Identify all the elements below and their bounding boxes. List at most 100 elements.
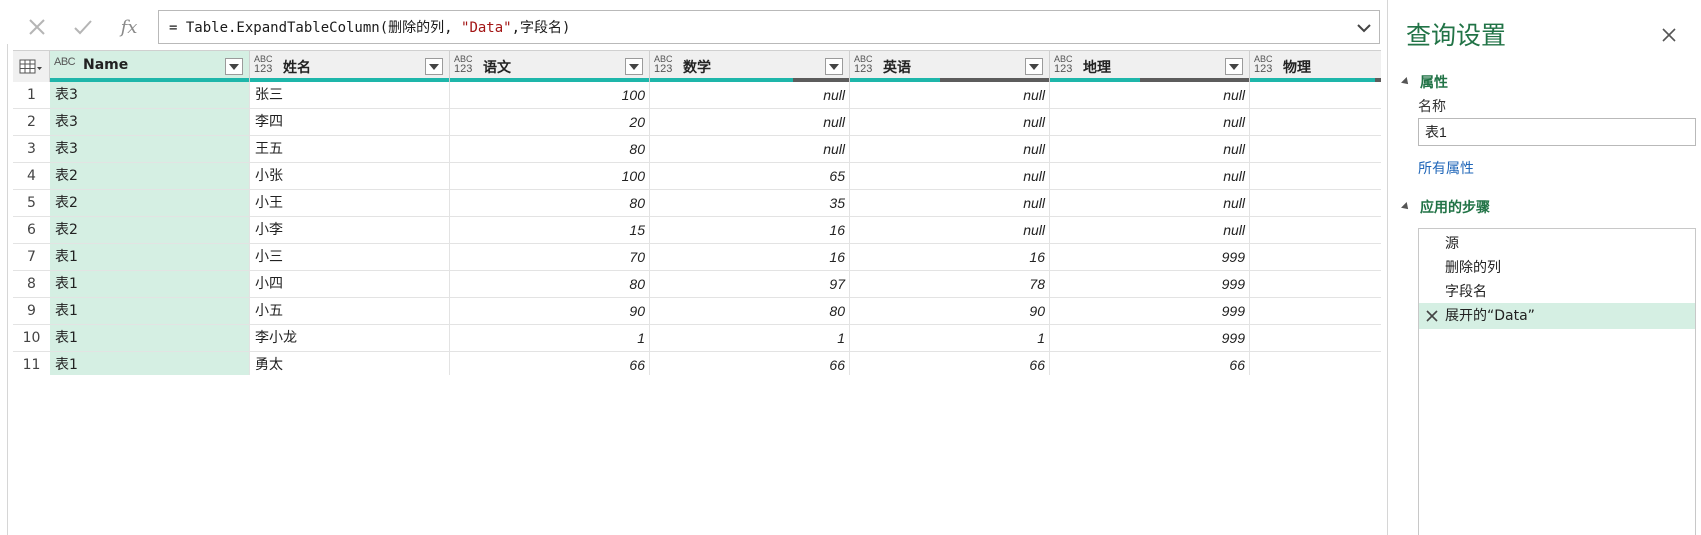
table-cell[interactable]: 表1 xyxy=(50,325,250,352)
row-number[interactable]: 3 xyxy=(13,136,50,163)
table-cell[interactable]: 李小龙 xyxy=(250,325,450,352)
table-cell[interactable]: null xyxy=(1050,163,1250,190)
table-cell[interactable]: 80 xyxy=(450,190,650,217)
table-cell[interactable] xyxy=(1250,163,1381,190)
row-number[interactable]: 8 xyxy=(13,271,50,298)
table-cell[interactable]: 999 xyxy=(1050,244,1250,271)
table-cell[interactable]: 小三 xyxy=(250,244,450,271)
column-header-4[interactable]: ABC 123 英语 xyxy=(850,50,1050,82)
table-cell[interactable] xyxy=(1250,271,1381,298)
formula-input[interactable]: = Table.ExpandTableColumn(删除的列, "Data",字… xyxy=(158,10,1380,44)
table-cell[interactable]: 表2 xyxy=(50,163,250,190)
table-cell[interactable] xyxy=(1250,217,1381,244)
row-number[interactable]: 4 xyxy=(13,163,50,190)
table-cell[interactable]: 80 xyxy=(450,271,650,298)
column-header-1[interactable]: ABC 123 姓名 xyxy=(250,50,450,82)
table-cell[interactable] xyxy=(1250,298,1381,325)
table-cell[interactable]: null xyxy=(850,82,1050,109)
column-header-6[interactable]: ABC 123 物理 xyxy=(1250,50,1381,82)
close-icon[interactable] xyxy=(1660,26,1678,44)
table-cell[interactable]: null xyxy=(850,190,1050,217)
table-cell[interactable]: 35 xyxy=(650,190,850,217)
row-number[interactable]: 7 xyxy=(13,244,50,271)
chevron-down-icon[interactable] xyxy=(1355,20,1373,36)
column-header-2[interactable]: ABC 123 语文 xyxy=(450,50,650,82)
column-header-5[interactable]: ABC 123 地理 xyxy=(1050,50,1250,82)
row-number[interactable]: 1 xyxy=(13,82,50,109)
table-cell[interactable]: 80 xyxy=(650,298,850,325)
row-number[interactable]: 11 xyxy=(13,352,50,375)
row-number[interactable]: 10 xyxy=(13,325,50,352)
table-cell[interactable]: 66 xyxy=(1050,352,1250,375)
column-filter-dropdown[interactable] xyxy=(1025,58,1043,75)
column-header-3[interactable]: ABC 123 数学 xyxy=(650,50,850,82)
table-cell[interactable]: 16 xyxy=(650,217,850,244)
table-cell[interactable] xyxy=(1250,190,1381,217)
table-cell[interactable]: 66 xyxy=(650,352,850,375)
table-cell[interactable]: 66 xyxy=(450,352,650,375)
table-cell[interactable]: 表2 xyxy=(50,190,250,217)
table-cell[interactable]: null xyxy=(1050,109,1250,136)
table-cell[interactable]: 小王 xyxy=(250,190,450,217)
table-cell[interactable]: 李四 xyxy=(250,109,450,136)
table-cell[interactable]: null xyxy=(1050,217,1250,244)
column-filter-dropdown[interactable] xyxy=(1225,58,1243,75)
table-cell[interactable]: 100 xyxy=(450,163,650,190)
cancel-formula-button[interactable] xyxy=(14,10,60,44)
table-cell[interactable]: 王五 xyxy=(250,136,450,163)
query-name-input[interactable] xyxy=(1418,118,1696,146)
table-cell[interactable]: 20 xyxy=(450,109,650,136)
insert-function-button[interactable]: fx xyxy=(106,10,152,44)
table-cell[interactable]: 小五 xyxy=(250,298,450,325)
commit-formula-button[interactable] xyxy=(60,10,106,44)
table-cell[interactable]: 16 xyxy=(850,244,1050,271)
table-cell[interactable] xyxy=(1250,109,1381,136)
table-cell[interactable]: 80 xyxy=(450,136,650,163)
table-cell[interactable]: 表1 xyxy=(50,244,250,271)
table-cell[interactable]: null xyxy=(850,136,1050,163)
applied-step-item[interactable]: 字段名 xyxy=(1419,279,1695,305)
column-filter-dropdown[interactable] xyxy=(225,58,243,75)
table-cell[interactable]: null xyxy=(850,109,1050,136)
applied-steps-section-header[interactable]: 应用的步骤 xyxy=(1401,197,1490,217)
all-properties-link[interactable]: 所有属性 xyxy=(1418,158,1474,178)
applied-step-item[interactable]: 删除的列 xyxy=(1419,255,1695,281)
table-cell[interactable]: 小张 xyxy=(250,163,450,190)
table-cell[interactable]: null xyxy=(1050,190,1250,217)
properties-section-header[interactable]: 属性 xyxy=(1401,72,1448,92)
table-cell[interactable]: 表3 xyxy=(50,136,250,163)
delete-step-icon[interactable] xyxy=(1425,309,1439,323)
applied-step-item[interactable]: 展开的“Data” xyxy=(1419,303,1695,329)
table-cell[interactable]: 表1 xyxy=(50,271,250,298)
applied-step-item[interactable]: 源 xyxy=(1419,231,1695,257)
table-cell[interactable]: 表3 xyxy=(50,82,250,109)
table-cell[interactable]: 表3 xyxy=(50,109,250,136)
table-cell[interactable]: 78 xyxy=(850,271,1050,298)
table-cell[interactable] xyxy=(1250,352,1381,375)
table-cell[interactable]: null xyxy=(650,109,850,136)
table-cell[interactable]: 表1 xyxy=(50,352,250,375)
table-cell[interactable]: null xyxy=(1050,82,1250,109)
table-cell[interactable]: 100 xyxy=(450,82,650,109)
table-cell[interactable]: 65 xyxy=(650,163,850,190)
table-cell[interactable] xyxy=(1250,325,1381,352)
table-cell[interactable]: 90 xyxy=(450,298,650,325)
table-cell[interactable]: null xyxy=(1050,136,1250,163)
row-number[interactable]: 6 xyxy=(13,217,50,244)
table-cell[interactable]: 16 xyxy=(650,244,850,271)
column-filter-dropdown[interactable] xyxy=(825,58,843,75)
table-cell[interactable]: 表1 xyxy=(50,298,250,325)
column-filter-dropdown[interactable] xyxy=(425,58,443,75)
table-cell[interactable]: 1 xyxy=(450,325,650,352)
table-cell[interactable]: 1 xyxy=(650,325,850,352)
table-cell[interactable]: 999 xyxy=(1050,298,1250,325)
table-cell[interactable]: 999 xyxy=(1050,325,1250,352)
table-cell[interactable]: 1 xyxy=(850,325,1050,352)
table-cell[interactable]: 小李 xyxy=(250,217,450,244)
table-cell[interactable] xyxy=(1250,82,1381,109)
table-cell[interactable]: 999 xyxy=(1050,271,1250,298)
row-number[interactable]: 2 xyxy=(13,109,50,136)
table-cell[interactable]: 97 xyxy=(650,271,850,298)
table-cell[interactable]: 表2 xyxy=(50,217,250,244)
row-number[interactable]: 9 xyxy=(13,298,50,325)
